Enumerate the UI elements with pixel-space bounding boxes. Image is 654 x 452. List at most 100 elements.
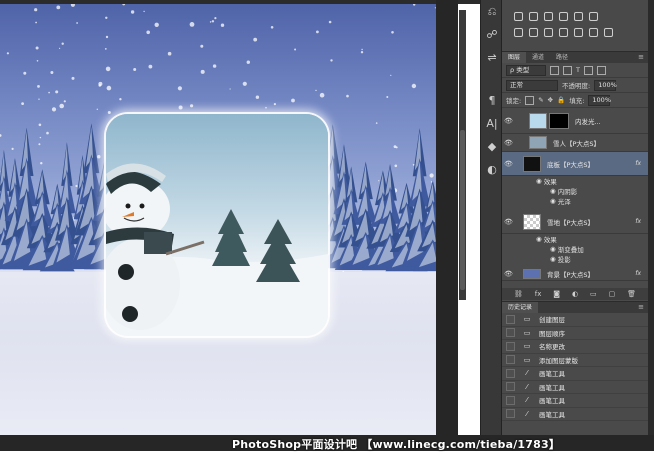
history-label: 画笔工具 [539,383,565,392]
visibility-eye-icon[interactable]: 👁 [502,117,515,125]
snowflake [391,31,394,34]
history-label: 名称更改 [539,343,565,352]
snowflake [35,46,39,50]
adjustment-layer-icon[interactable]: ◐ [572,290,578,298]
snowflake [291,98,295,103]
opacity-field[interactable]: 100% [594,79,617,91]
layer-name: 雪人【P大点S】 [553,139,601,148]
curves-icon[interactable] [544,11,553,21]
history-item[interactable]: ⁄ 画笔工具 [502,381,648,394]
filter-kind-select[interactable]: ρ 类型 [506,64,546,76]
visibility-eye-icon[interactable]: 👁 [502,139,515,147]
character-icon[interactable]: A| [481,112,503,135]
layer-thumb [523,155,541,172]
layer-glow[interactable]: 👁 内发光... [502,108,648,134]
color-balance-icon[interactable] [514,27,523,37]
add-mask-icon[interactable]: ◙ [553,290,560,298]
history-source-checkbox[interactable] [506,382,515,392]
document-canvas[interactable] [0,4,436,435]
3d-icon[interactable]: ◆ [481,135,503,158]
invert-icon[interactable] [589,27,598,37]
channel-mixer-icon[interactable] [559,27,568,37]
visibility-eye-icon[interactable]: 👁 [502,218,515,226]
history-source-checkbox[interactable] [506,341,515,351]
document-scrollbar[interactable] [459,10,466,300]
history-item[interactable]: ▭ 创建图层 [502,313,648,327]
tab-channels[interactable]: 通道 [526,52,551,63]
history-brush-icon[interactable]: ⎌ [481,0,503,23]
snowflake [246,60,250,64]
filter-shape-icon[interactable] [583,65,593,75]
history-source-checkbox[interactable] [506,355,515,365]
filter-adjust-icon[interactable] [563,65,572,75]
lock-transparent-icon[interactable] [525,95,535,105]
snowflake [119,98,122,101]
watermark-text: PhotoShop平面设计吧 【www.linecg.com/tieba/178… [232,438,561,451]
history-source-checkbox[interactable] [506,368,515,378]
puppet-warp-icon[interactable]: ☍ [481,23,503,46]
snowman-card[interactable] [106,114,328,336]
history-source-checkbox[interactable] [506,395,515,405]
blend-mode-select[interactable]: 正常 [506,79,558,91]
gradient-map-icon[interactable] [604,27,613,37]
vibrance-icon[interactable] [574,11,583,21]
tab-history[interactable]: 历史记录 [502,302,539,313]
history-item[interactable]: ▭ 名称更改 [502,340,648,354]
history-item[interactable]: ▭ 图层顺序 [502,327,648,340]
history-item[interactable]: ▭ 添加图层蒙版 [502,354,648,367]
history-source-checkbox[interactable] [506,409,515,419]
hue-saturation-icon[interactable] [589,11,598,21]
adjust-icon[interactable]: ⇌ [481,46,503,69]
history-source-checkbox[interactable] [506,314,515,324]
effect-item[interactable]: ◉ 投影 [502,254,648,264]
filter-type-icon[interactable]: T [576,66,580,74]
new-layer-icon[interactable]: ▢ [609,290,616,298]
panel-menu-icon[interactable]: ≡ [638,52,648,63]
lock-paint-icon[interactable]: ✎ [538,96,543,104]
tab-paths[interactable]: 路径 [550,52,575,63]
exposure-icon[interactable] [559,11,568,21]
snowflake [411,83,417,89]
fill-field[interactable]: 100% [588,94,611,106]
fx-icon[interactable]: fx [635,218,641,225]
history-item[interactable]: ⁄ 画笔工具 [502,394,648,408]
color-lookup-icon[interactable] [574,27,583,37]
brightness-icon[interactable] [514,11,523,21]
fx-icon[interactable]: fx [635,270,641,277]
layer-snowfield[interactable]: 👁 雪地【P大点S】 fx [502,210,648,234]
navigator-icon[interactable]: ◐ [481,158,503,181]
effect-item[interactable]: ◉ 内阴影 [502,186,648,196]
black-white-icon[interactable] [529,27,538,37]
new-group-icon[interactable]: ▭ [590,290,597,298]
fx-menu-icon[interactable]: fx [535,290,542,298]
snowflake [6,52,9,55]
history-label: 画笔工具 [539,410,565,419]
lock-position-icon[interactable]: ✥ [548,96,553,104]
snowflake [220,23,225,27]
layer-background[interactable]: 👁 背景【P大点S】 fx [502,267,648,281]
history-item[interactable]: ⁄ 画笔工具 [502,367,648,381]
panel-menu-icon[interactable]: ≡ [638,302,648,313]
snowflake [148,64,153,69]
filter-smart-icon[interactable] [596,65,606,75]
levels-icon[interactable] [529,11,538,21]
snowflake [315,89,317,92]
delete-layer-icon[interactable]: 🗑 [627,290,636,298]
photo-filter-icon[interactable] [544,27,553,37]
snowflake [229,88,231,90]
effect-item[interactable]: ◉ 渐变叠加 [502,244,648,254]
lock-all-icon[interactable]: 🔒 [557,96,565,104]
layer-base-plate[interactable]: 👁 底板【P大点S】 fx [502,152,648,176]
visibility-eye-icon[interactable]: 👁 [502,160,515,168]
history-item[interactable]: ⁄ 画笔工具 [502,408,648,421]
filter-pixel-icon[interactable] [550,65,559,75]
scrollbar-thumb[interactable] [460,130,465,290]
layer-snowman[interactable]: 👁 雪人【P大点S】 [502,134,648,152]
history-source-checkbox[interactable] [506,328,515,338]
effect-item[interactable]: ◉ 光泽 [502,196,648,206]
visibility-eye-icon[interactable]: 👁 [502,270,515,278]
link-layers-icon[interactable]: ⛓ [514,290,523,298]
tab-layers[interactable]: 图层 [502,52,527,63]
fx-icon[interactable]: fx [635,160,641,167]
paragraph-icon[interactable]: ¶ [481,89,503,112]
